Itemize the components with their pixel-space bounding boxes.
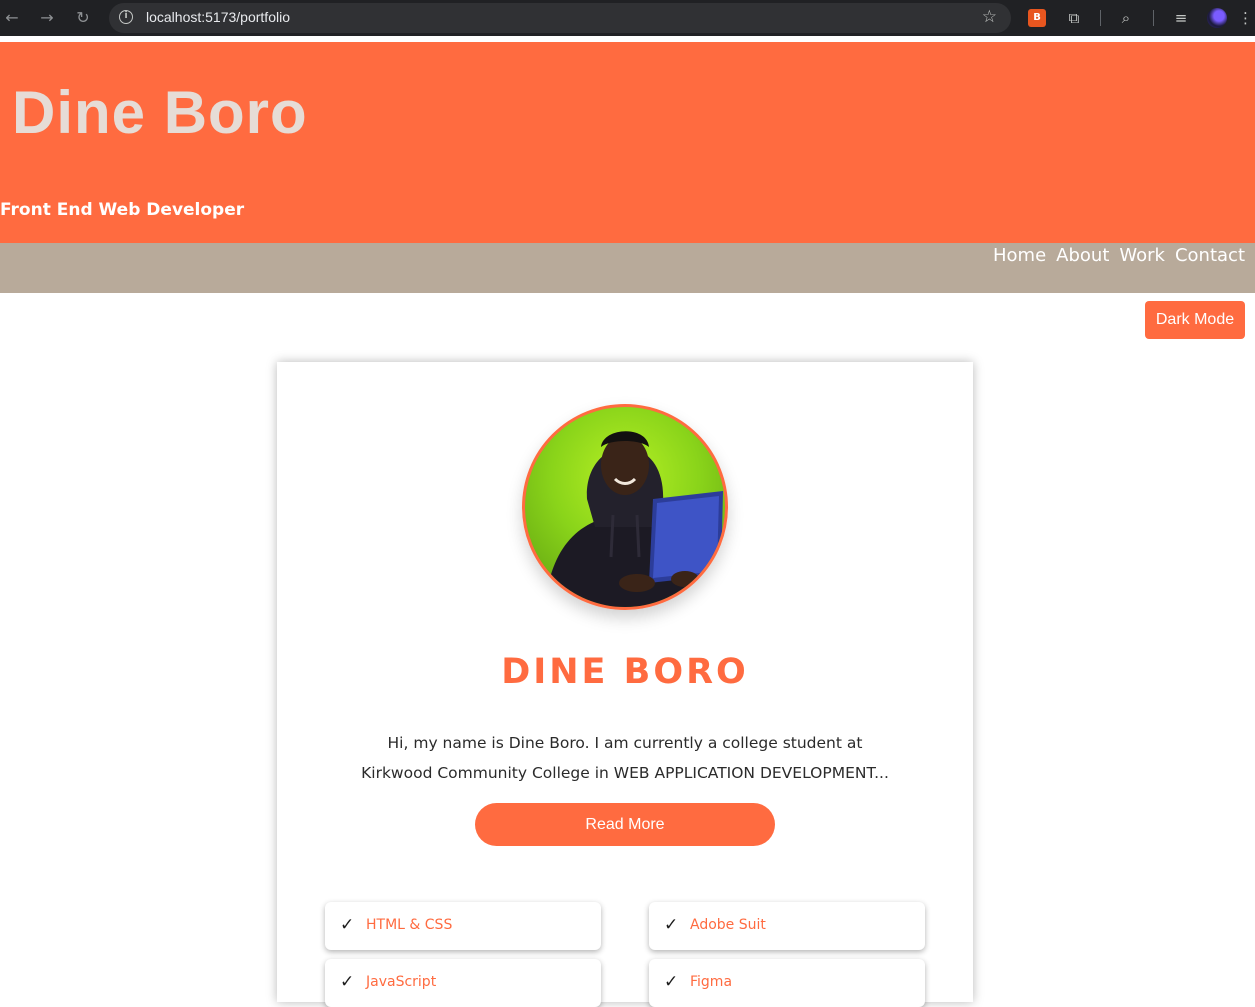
forward-icon[interactable]: → bbox=[35, 7, 59, 29]
media-controls-icon[interactable]: ≡ bbox=[1170, 7, 1192, 29]
site-subtitle: Front End Web Developer bbox=[0, 200, 245, 220]
check-icon: ✓ bbox=[340, 915, 355, 935]
address-bar[interactable]: i localhost:5173/portfolio ☆ bbox=[109, 3, 1011, 33]
profile-avatar[interactable] bbox=[1207, 8, 1227, 28]
toolbar-divider bbox=[1100, 10, 1101, 26]
skill-item: ✓ HTML & CSS bbox=[325, 902, 601, 950]
profile-photo bbox=[522, 404, 728, 610]
nav-link-home[interactable]: Home bbox=[993, 245, 1046, 266]
more-menu-icon[interactable]: ⋮ bbox=[1238, 7, 1253, 29]
toolbar-divider bbox=[1153, 10, 1154, 26]
profile-name: DINE BORO bbox=[501, 652, 749, 692]
skill-item: ✓ Adobe Suit bbox=[649, 902, 925, 950]
profile-card: DINE BORO Hi, my name is Dine Boro. I am… bbox=[277, 362, 973, 1007]
dark-mode-button[interactable]: Dark Mode bbox=[1145, 301, 1245, 339]
skill-item: ✓ JavaScript bbox=[325, 959, 601, 1007]
site-info-icon[interactable]: i bbox=[119, 10, 133, 24]
skill-item: ✓ Figma bbox=[649, 959, 925, 1007]
bookmark-star-icon[interactable]: ☆ bbox=[982, 7, 997, 27]
browser-toolbar: ← → ↻ i localhost:5173/portfolio ☆ B ⧉ ⌕… bbox=[0, 0, 1255, 36]
extension-icon[interactable]: B bbox=[1028, 9, 1046, 27]
nav-link-work[interactable]: Work bbox=[1119, 245, 1165, 266]
skill-label: Adobe Suit bbox=[690, 917, 766, 933]
site-header: Dine Boro Front End Web Developer bbox=[0, 42, 1255, 243]
check-icon: ✓ bbox=[664, 972, 679, 992]
reload-icon[interactable]: ↻ bbox=[71, 7, 95, 29]
back-icon[interactable]: ← bbox=[0, 7, 24, 29]
puzzle-extensions-icon[interactable]: ⧉ bbox=[1063, 7, 1085, 29]
main-nav: Home About Work Contact bbox=[0, 243, 1255, 293]
skill-label: HTML & CSS bbox=[366, 917, 453, 933]
check-icon: ✓ bbox=[664, 915, 679, 935]
read-more-button[interactable]: Read More bbox=[475, 803, 775, 846]
nav-link-about[interactable]: About bbox=[1056, 245, 1109, 266]
skill-label: Figma bbox=[690, 974, 733, 990]
site-title: Dine Boro bbox=[12, 79, 308, 146]
skill-label: JavaScript bbox=[366, 974, 437, 990]
url-text: localhost:5173/portfolio bbox=[146, 9, 290, 25]
search-tabs-icon[interactable]: ⌕ bbox=[1115, 7, 1137, 29]
profile-bio: Hi, my name is Dine Boro. I am currently… bbox=[361, 734, 889, 782]
nav-link-contact[interactable]: Contact bbox=[1175, 245, 1245, 266]
check-icon: ✓ bbox=[340, 972, 355, 992]
